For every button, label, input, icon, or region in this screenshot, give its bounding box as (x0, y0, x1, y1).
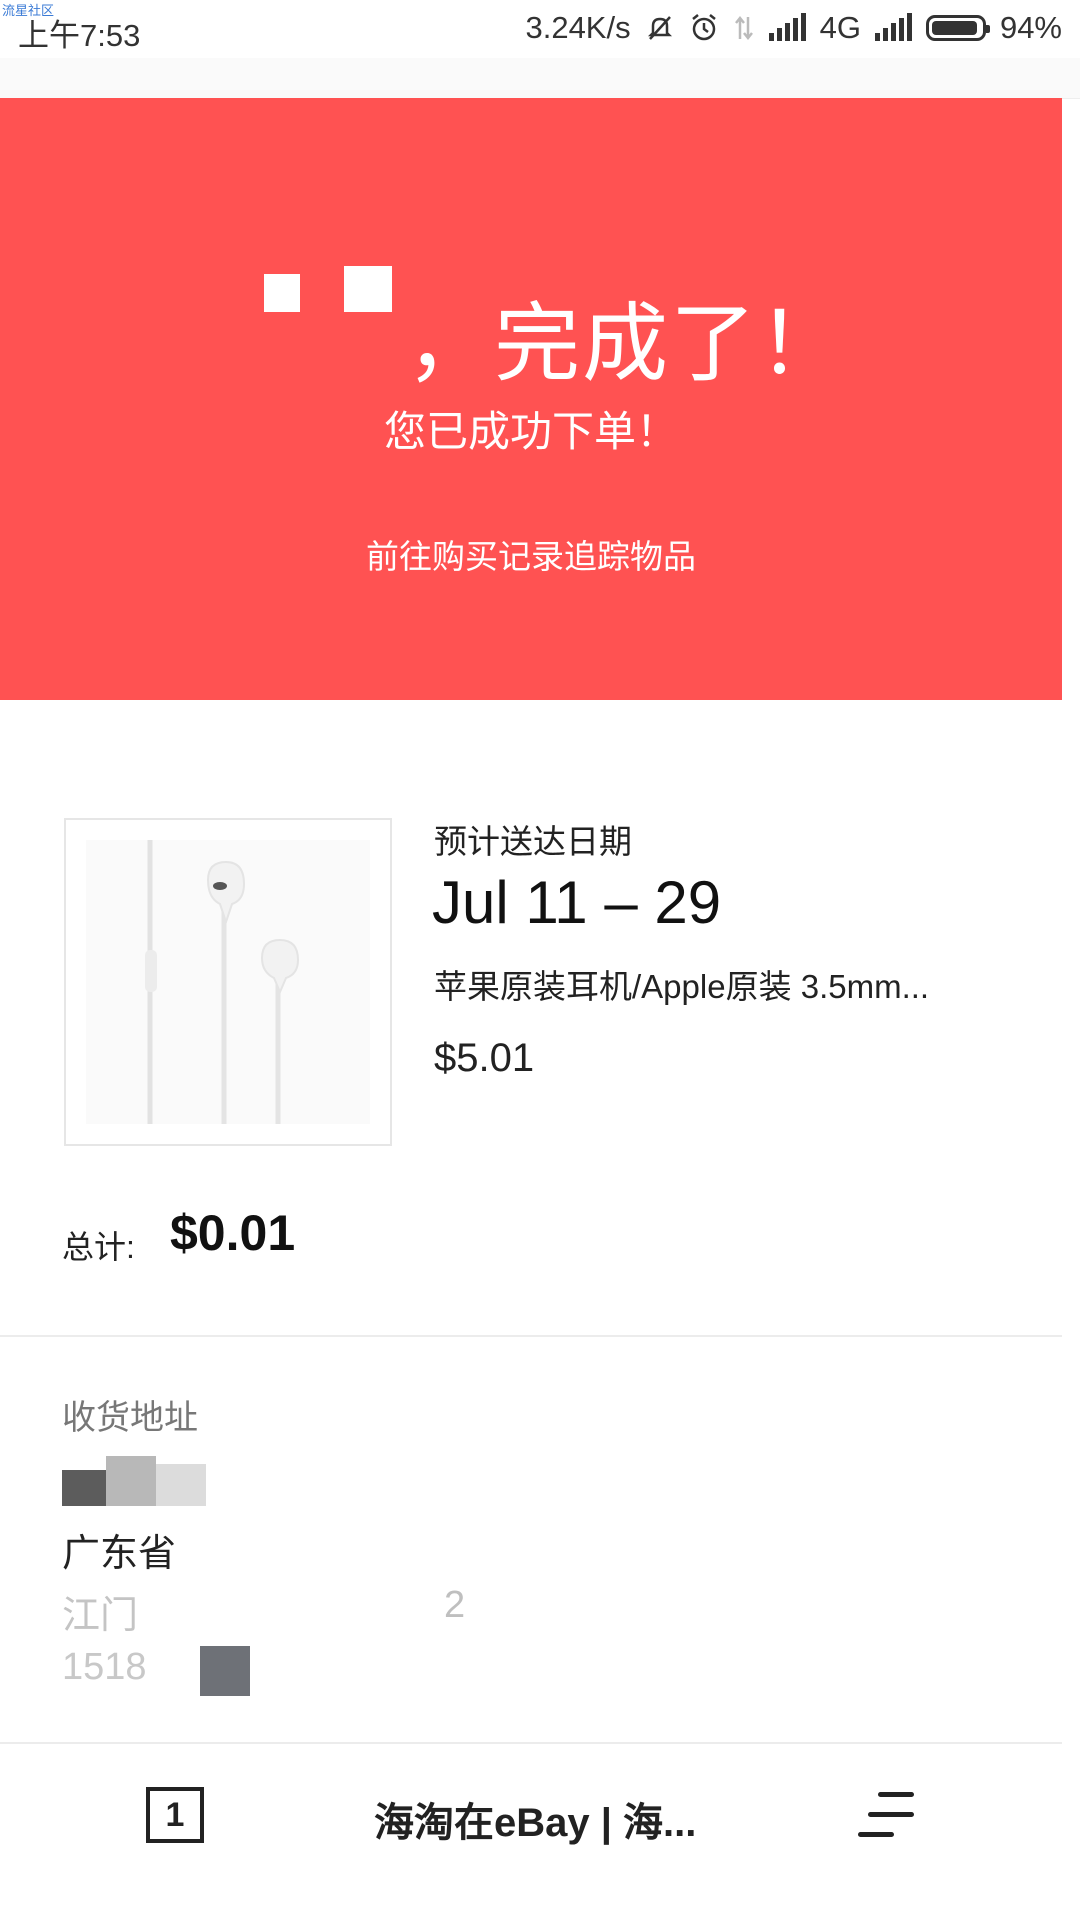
purchase-history-link[interactable]: 前往购买记录追踪物品 (0, 530, 1062, 578)
redaction-block (200, 1646, 250, 1696)
alarm-icon (689, 13, 719, 43)
total-value: $0.01 (170, 1205, 296, 1261)
success-title: ，完成了！ (0, 273, 1062, 398)
shipping-address-label: 收货地址 (62, 1399, 198, 1437)
product-title[interactable]: 苹果原装耳机/Apple原装 3.5mm... (434, 960, 994, 1008)
data-arrows-icon (733, 13, 755, 43)
address-city: 江门 (62, 1595, 139, 1637)
status-icons: 3.24K/s 4G 94% (525, 8, 1062, 48)
battery-fill (931, 21, 978, 35)
network-speed: 3.24K/s (525, 10, 631, 45)
mute-icon (645, 13, 675, 43)
success-title-text: ，完成了！ (406, 296, 846, 392)
battery-percent: 94% (999, 10, 1062, 45)
earphones-image (86, 840, 370, 1124)
success-banner: ，完成了！ 您已成功下单！ 前往购买记录追踪物品 (0, 98, 1062, 700)
eta-label: 预计送达日期 (434, 823, 632, 860)
eta-date: Jul 11 – 29 (432, 869, 722, 936)
order-confirmation-page: 流星社区 上午7:53 3.24K/s 4G 94% ，完成了！ 您已成功下单！… (0, 0, 1080, 1920)
battery-icon (925, 15, 990, 41)
status-bar: 流星社区 上午7:53 3.24K/s 4G 94% (0, 0, 1080, 58)
redaction-block (344, 266, 392, 312)
top-strip (0, 58, 1080, 99)
product-thumbnail[interactable] (64, 818, 392, 1146)
redaction-block (264, 274, 300, 312)
total-label: 总计: (62, 1229, 135, 1265)
address-phone: 1518 (62, 1646, 147, 1688)
signal-icon (768, 13, 806, 41)
signal-icon-2 (874, 13, 912, 41)
section-divider (0, 1335, 1062, 1337)
tab-count-icon[interactable]: 1 (146, 1787, 204, 1843)
browser-page-title[interactable]: 海淘在eBay | 海... (374, 1790, 696, 1848)
menu-icon[interactable] (858, 1790, 914, 1840)
redacted-recipient (62, 1456, 206, 1506)
address-province: 广东省 (62, 1533, 177, 1575)
status-time: 上午7:53 (18, 18, 141, 53)
success-subtitle: 您已成功下单！ (383, 408, 678, 455)
product-price: $5.01 (434, 1036, 535, 1080)
network-type: 4G (819, 10, 861, 45)
address-fragment: 2 (444, 1584, 466, 1626)
